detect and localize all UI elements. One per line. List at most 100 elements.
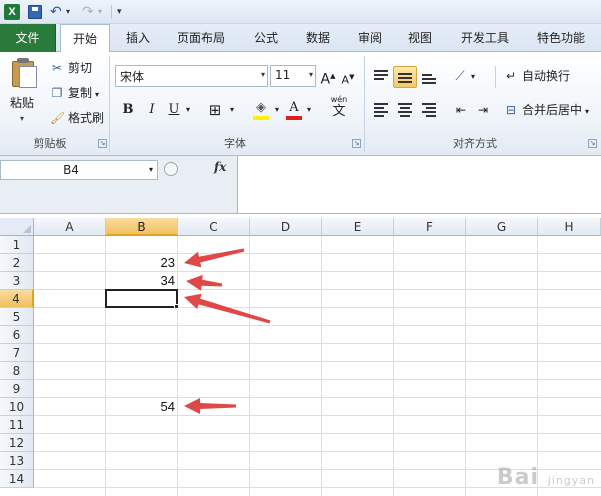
tab-page-layout[interactable]: 页面布局 <box>168 24 234 52</box>
wrap-text-button[interactable]: ↵ 自动换行 <box>504 66 570 86</box>
underline-dropdown-icon[interactable]: ▾ <box>183 100 193 120</box>
row-header-7[interactable]: 7 <box>0 344 34 362</box>
spreadsheet-grid[interactable]: A B C D E F G H 1 2 3 4 5 6 7 8 9 10 11 12 13 14 23 34 54 <box>0 218 601 496</box>
save-icon[interactable] <box>28 5 42 19</box>
orientation-dropdown-icon[interactable]: ▾ <box>468 67 478 87</box>
clipboard-group-label: 剪贴板 <box>33 137 67 150</box>
formula-bar-left-pane <box>0 180 237 214</box>
font-size-combo[interactable]: 11 ▾ <box>270 65 316 87</box>
merge-dropdown-icon[interactable]: ▾ <box>585 107 589 116</box>
tab-developer[interactable]: 开发工具 <box>452 24 518 52</box>
copy-button[interactable]: ❐ 复制 ▾ <box>50 83 99 103</box>
align-left-icon[interactable] <box>374 103 392 117</box>
column-header-g[interactable]: G <box>466 218 538 236</box>
format-painter-button[interactable]: 🖌 格式刷 <box>50 108 104 128</box>
decrease-indent-icon[interactable]: ⇤ <box>452 100 470 120</box>
copy-label: 复制 <box>68 86 93 100</box>
redo-icon[interactable]: ↷ <box>82 4 96 20</box>
phonetic-guide-button[interactable]: wén 文 <box>325 94 353 124</box>
chevron-down-icon[interactable]: ▾ <box>261 70 265 79</box>
align-center-icon[interactable] <box>398 103 416 117</box>
font-color-dropdown-icon[interactable]: ▾ <box>304 100 314 120</box>
font-color-button[interactable]: A <box>285 98 303 120</box>
paste-icon[interactable] <box>12 58 38 88</box>
select-all-button[interactable] <box>0 218 34 236</box>
grow-font-button[interactable]: A▲ <box>320 66 336 88</box>
chevron-down-icon[interactable]: ▾ <box>149 165 153 174</box>
grid-line <box>249 236 250 496</box>
paste-dropdown-icon[interactable]: ▾ <box>20 114 24 123</box>
tab-file[interactable]: 文件 <box>0 24 56 52</box>
cell-b3[interactable]: 34 <box>106 272 175 290</box>
align-bottom-icon[interactable] <box>422 70 440 84</box>
name-box[interactable]: B4 ▾ <box>0 160 158 180</box>
formula-input[interactable] <box>237 156 601 214</box>
grid-line <box>177 236 178 496</box>
row-header-9[interactable]: 9 <box>0 380 34 398</box>
fill-handle[interactable] <box>174 304 179 309</box>
row-header-10[interactable]: 10 <box>0 398 34 416</box>
alignment-group-label: 对齐方式 <box>453 137 497 150</box>
row-header-2[interactable]: 2 <box>0 254 34 272</box>
bold-button[interactable]: B <box>118 100 138 120</box>
tab-home[interactable]: 开始 <box>60 24 110 53</box>
column-header-d[interactable]: D <box>250 218 322 236</box>
row-header-11[interactable]: 11 <box>0 416 34 434</box>
row-header-6[interactable]: 6 <box>0 326 34 344</box>
column-header-a[interactable]: A <box>34 218 106 236</box>
row-header-14[interactable]: 14 <box>0 470 34 488</box>
name-box-value: B4 <box>63 163 79 177</box>
grid-line <box>537 236 538 496</box>
customize-qat-icon[interactable]: ▾ <box>117 4 127 20</box>
grid-line <box>34 343 601 344</box>
align-top-icon[interactable] <box>374 70 392 84</box>
underline-button[interactable]: U <box>166 100 182 120</box>
borders-dropdown-icon[interactable]: ▾ <box>227 100 237 120</box>
tab-insert[interactable]: 插入 <box>116 24 160 52</box>
column-header-h[interactable]: H <box>538 218 601 236</box>
undo-icon[interactable]: ↶ <box>50 4 64 20</box>
tab-review[interactable]: 审阅 <box>348 24 392 52</box>
row-header-5[interactable]: 5 <box>0 308 34 326</box>
row-header-4[interactable]: 4 <box>0 290 34 308</box>
merge-center-button[interactable]: ⊟ 合并后居中 ▾ <box>504 100 589 120</box>
cut-button[interactable]: ✂ 剪切 <box>50 58 92 78</box>
paste-button[interactable]: 粘贴 <box>10 94 34 111</box>
shrink-font-button[interactable]: A▼ <box>340 67 356 87</box>
row-header-12[interactable]: 12 <box>0 434 34 452</box>
column-header-e[interactable]: E <box>322 218 394 236</box>
increase-indent-icon[interactable]: ⇥ <box>474 100 492 120</box>
column-header-f[interactable]: F <box>394 218 466 236</box>
orientation-icon[interactable]: ⟋ <box>450 67 470 87</box>
redo-dropdown-icon[interactable]: ▾ <box>98 4 106 20</box>
tab-view[interactable]: 视图 <box>398 24 442 52</box>
font-name-combo[interactable]: 宋体 ▾ <box>115 65 268 87</box>
clipboard-launcher-icon[interactable]: ↘ <box>98 139 107 148</box>
active-cell-b4[interactable] <box>105 289 178 308</box>
copy-dropdown-icon[interactable]: ▾ <box>95 90 99 99</box>
alignment-launcher-icon[interactable]: ↘ <box>588 139 597 148</box>
row-header-13[interactable]: 13 <box>0 452 34 470</box>
column-header-c[interactable]: C <box>178 218 250 236</box>
cell-b2[interactable]: 23 <box>106 254 175 272</box>
align-right-icon[interactable] <box>422 103 440 117</box>
insert-function-button[interactable]: fx <box>214 160 226 174</box>
row-header-3[interactable]: 3 <box>0 272 34 290</box>
italic-button[interactable]: I <box>144 100 160 120</box>
row-header-1[interactable]: 1 <box>0 236 34 254</box>
fill-color-dropdown-icon[interactable]: ▾ <box>272 100 282 120</box>
chevron-down-icon[interactable]: ▾ <box>309 70 313 79</box>
fill-color-button[interactable]: ◈ <box>251 98 271 120</box>
tab-formulas[interactable]: 公式 <box>244 24 288 52</box>
align-middle-button[interactable] <box>393 66 417 88</box>
cell-b10[interactable]: 54 <box>106 398 175 416</box>
column-header-b[interactable]: B <box>106 218 178 236</box>
undo-dropdown-icon[interactable]: ▾ <box>66 4 74 20</box>
row-header-8[interactable]: 8 <box>0 362 34 380</box>
borders-icon[interactable]: ⊞ <box>205 100 225 120</box>
grid-line <box>34 325 601 326</box>
excel-icon[interactable]: X <box>4 4 20 20</box>
tab-data[interactable]: 数据 <box>296 24 340 52</box>
tab-special[interactable]: 特色功能 <box>528 24 594 52</box>
font-launcher-icon[interactable]: ↘ <box>352 139 361 148</box>
